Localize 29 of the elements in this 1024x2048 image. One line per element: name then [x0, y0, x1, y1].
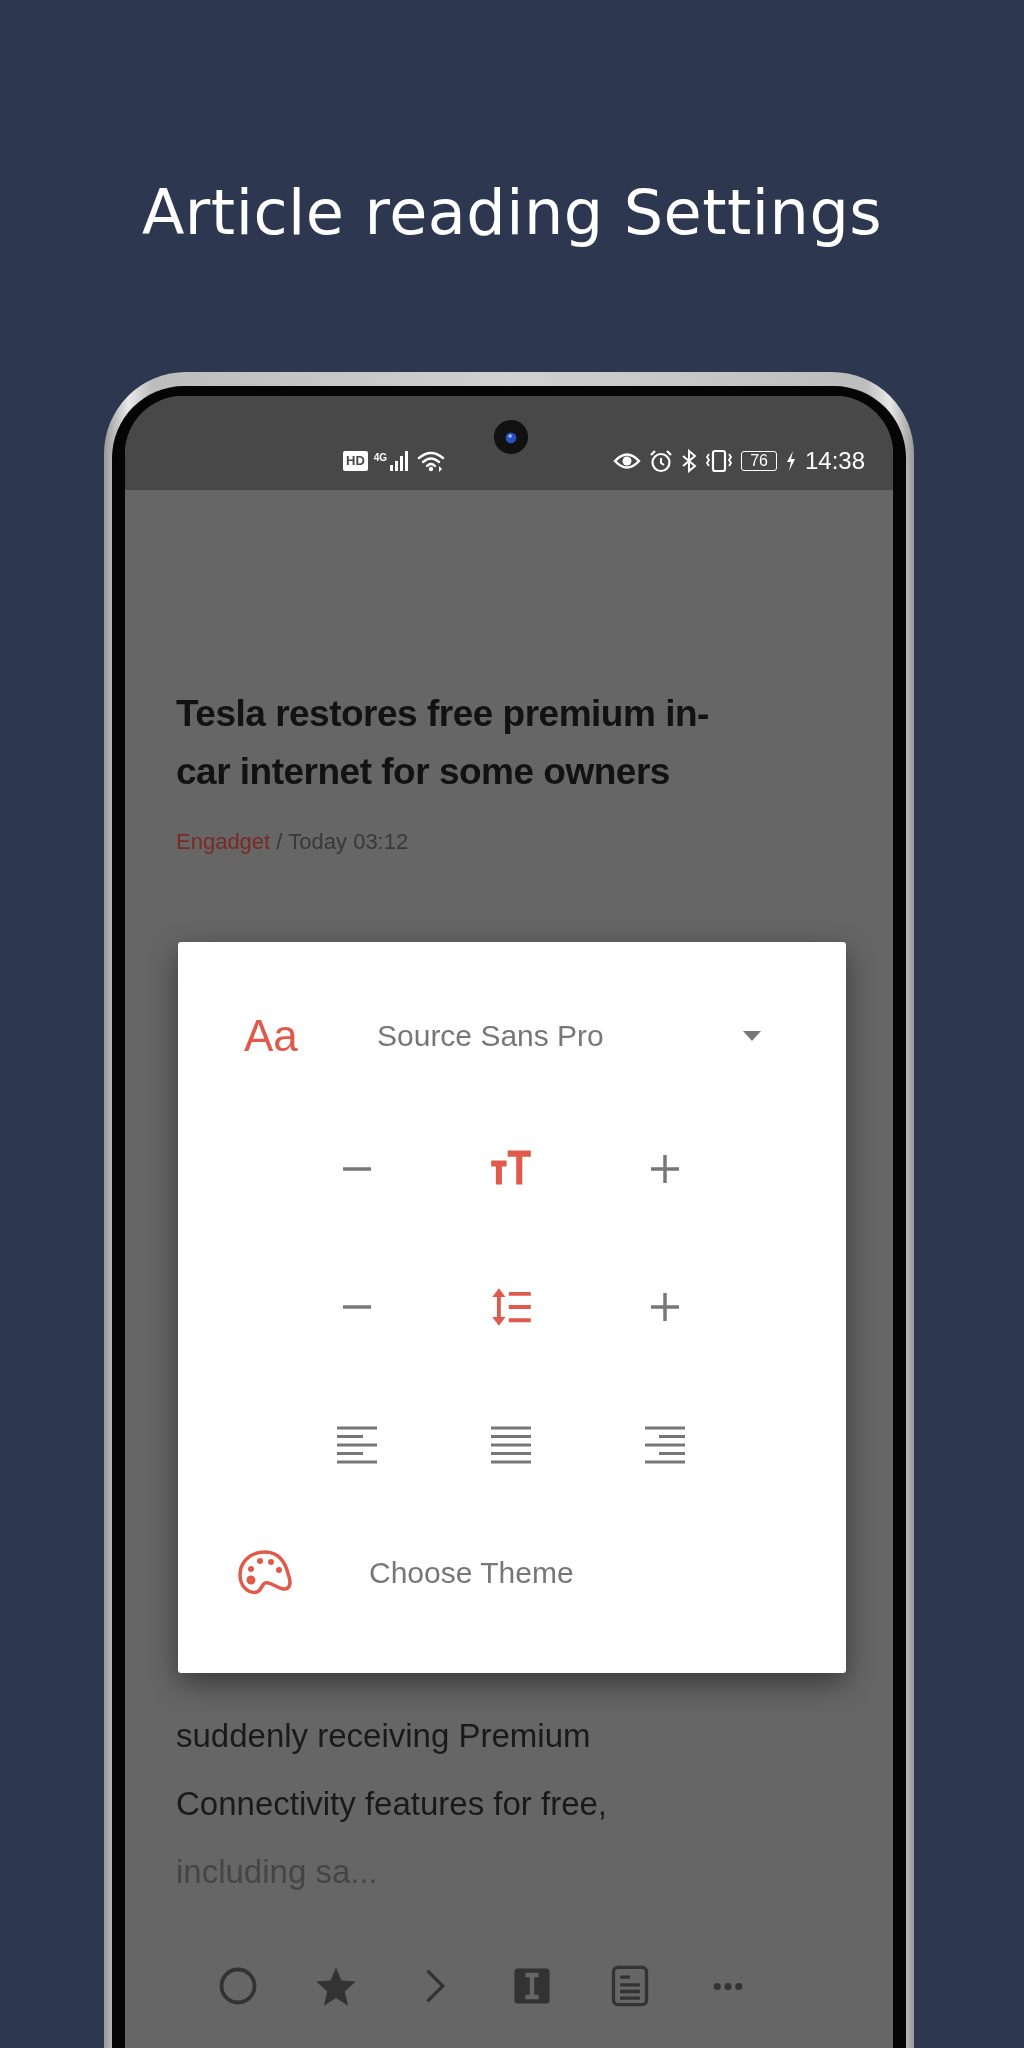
- font-icon: Aa: [244, 1011, 377, 1061]
- palette-icon: [237, 1549, 293, 1597]
- camera-icon: [493, 419, 529, 455]
- vibrate-icon: [705, 449, 734, 473]
- align-left-icon: [336, 1425, 378, 1465]
- choose-theme-button[interactable]: Choose Theme: [237, 1549, 574, 1597]
- minus-icon: [342, 1305, 372, 1309]
- page-headline: Article reading Settings: [141, 176, 883, 250]
- network-label: 4G: [373, 452, 388, 463]
- hd-badge: HD: [343, 451, 368, 471]
- alarm-icon: [649, 449, 674, 473]
- article-text: suddenly receiving Premium: [176, 1716, 592, 1756]
- article-text: Connectivity features for free,: [176, 1784, 609, 1824]
- alignment-button[interactable]: [490, 1425, 532, 1465]
- alignment-button[interactable]: [336, 1425, 378, 1465]
- minus-icon: [342, 1167, 372, 1171]
- align-justify-icon: [490, 1425, 532, 1465]
- align-right-icon: [644, 1425, 686, 1465]
- dropdown-caret-icon: [742, 1030, 762, 1042]
- meta-separator: /: [276, 829, 283, 855]
- article-title: Tesla restores free premium in-: [176, 692, 710, 736]
- font-dropdown[interactable]: Source Sans Pro: [377, 1019, 762, 1053]
- alignment-button[interactable]: [644, 1425, 686, 1465]
- eye-icon: [613, 450, 642, 472]
- charging-icon: [784, 450, 797, 472]
- article-title: car internet for some owners: [176, 750, 671, 794]
- battery-level: 76: [741, 451, 777, 471]
- bluetooth-icon: [681, 449, 698, 473]
- clock-time: 14:38: [804, 447, 865, 475]
